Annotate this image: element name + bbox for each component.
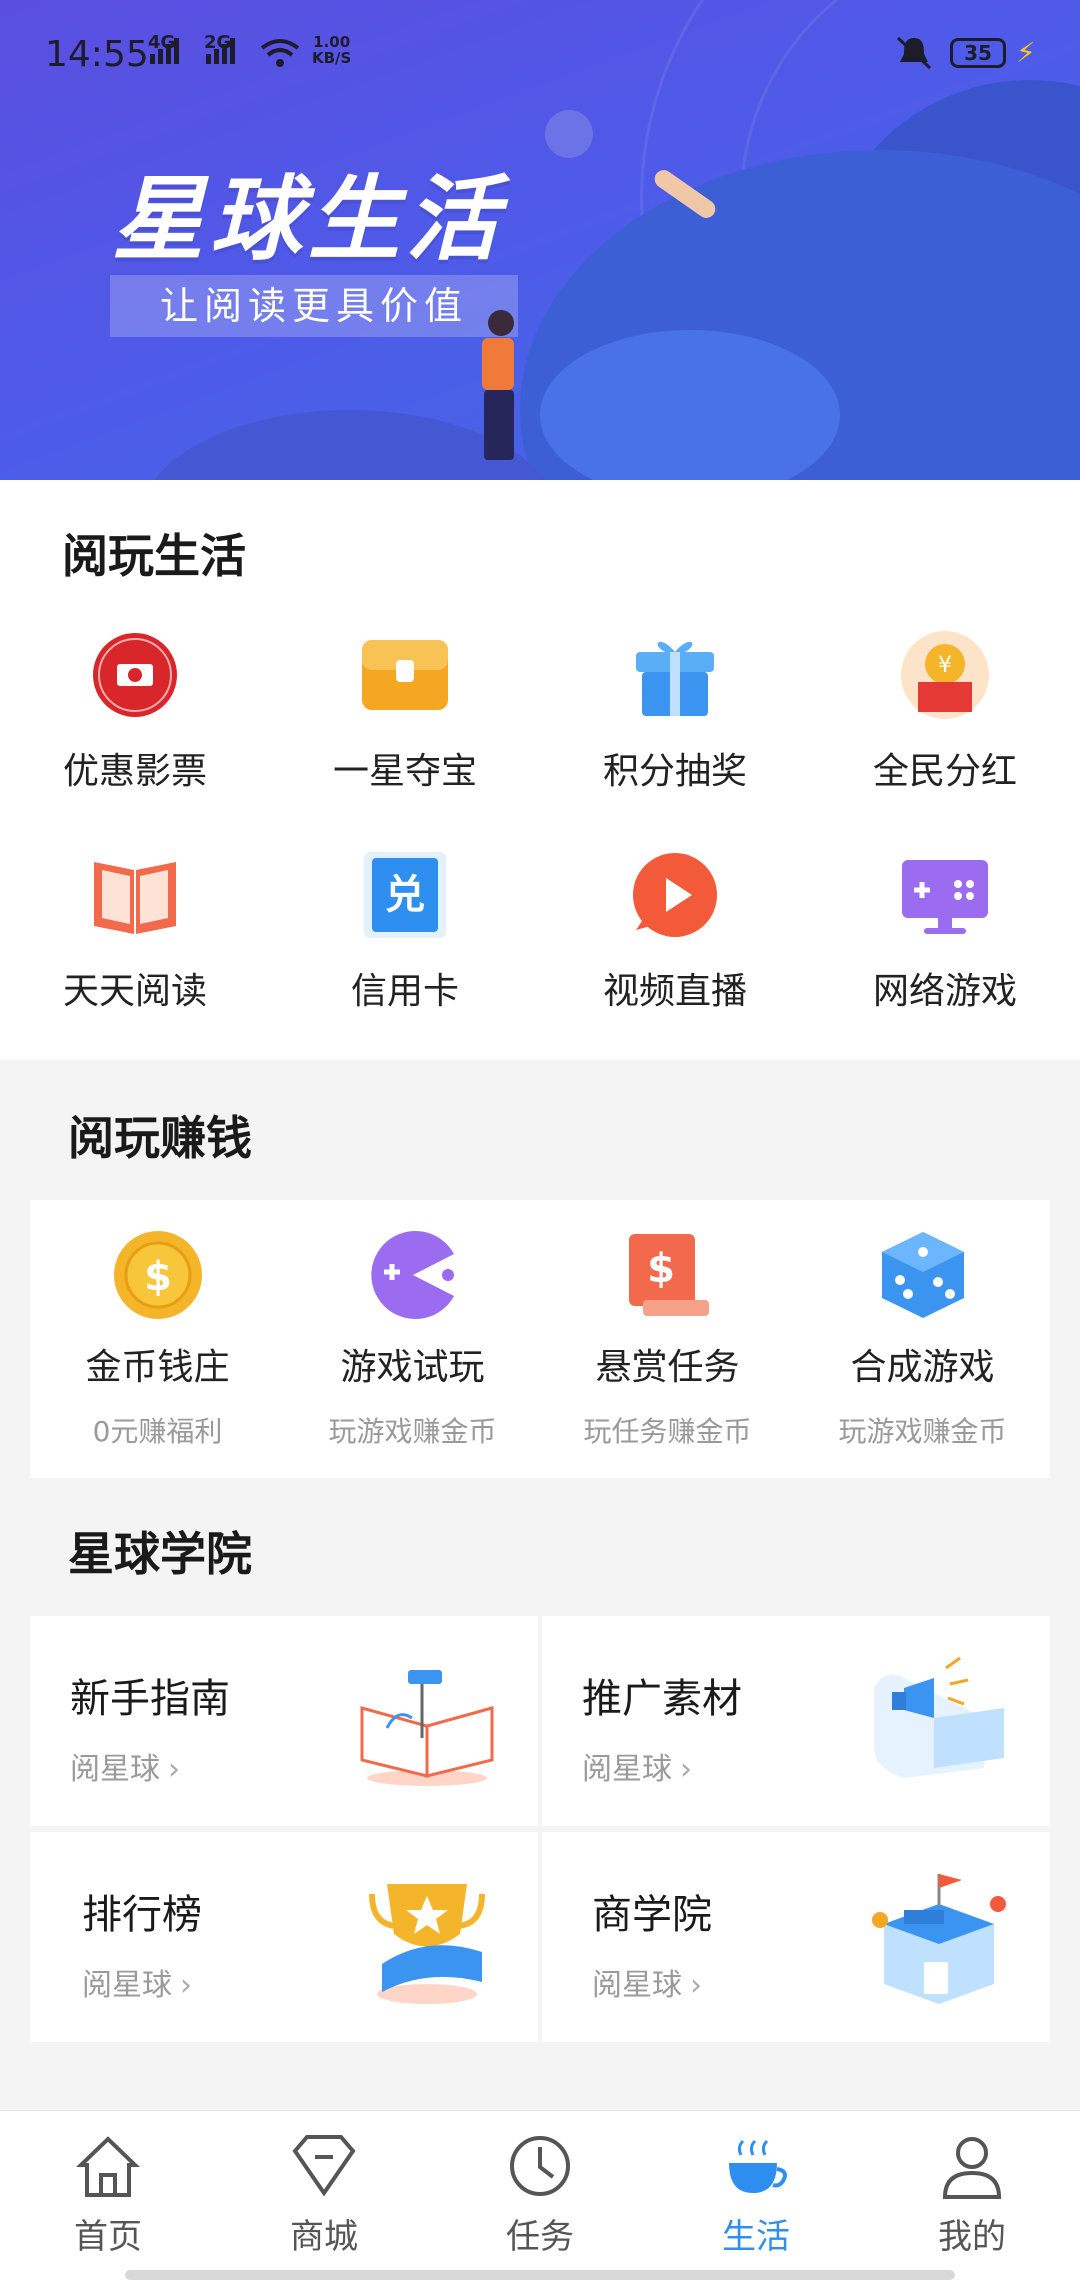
tab-home[interactable]: 首页 xyxy=(0,2131,216,2258)
svg-text:兑: 兑 xyxy=(385,872,425,918)
ticket-icon xyxy=(90,630,180,720)
card-promo-material[interactable]: 推广素材 阅星球 › xyxy=(542,1616,1050,1826)
item-coin-bank[interactable]: $ 金币钱庄 0元赚福利 xyxy=(30,1230,285,1450)
home-indicator[interactable] xyxy=(125,2270,955,2280)
earn-card: $ 金币钱庄 0元赚福利 游戏试玩 玩游戏赚金币 $ 悬赏任务 玩任务赚金币 合… xyxy=(30,1200,1050,1478)
pacman-icon xyxy=(368,1230,458,1320)
tab-mine[interactable]: 我的 xyxy=(864,2131,1080,2258)
network-speed: 1.00 KB/S xyxy=(312,33,352,67)
signal-icon-2 xyxy=(206,38,235,64)
play-icon xyxy=(630,850,720,940)
redeem-card-icon: 兑 xyxy=(360,850,450,940)
battery-indicator: 35 xyxy=(950,38,1006,68)
svg-text:¥: ¥ xyxy=(938,653,952,678)
reward-book-icon: $ xyxy=(623,1230,713,1320)
svg-text:$: $ xyxy=(144,1254,172,1300)
card-beginner-guide[interactable]: 新手指南 阅星球 › xyxy=(30,1616,538,1826)
dice-icon xyxy=(878,1230,968,1320)
earn-section-title: 阅玩赚钱 xyxy=(68,1111,252,1165)
status-bar: 14:55 4G 2G 1.00 KB/S 35 ⚡ xyxy=(0,0,1080,110)
planet-graphic xyxy=(545,110,593,158)
charging-icon: ⚡ xyxy=(1016,36,1036,69)
item-treasure[interactable]: 一星夺宝 xyxy=(270,630,540,794)
item-daily-reading[interactable]: 天天阅读 xyxy=(0,850,270,1014)
signal-icon xyxy=(150,38,179,64)
standing-person-graphic xyxy=(460,310,540,460)
wifi-icon xyxy=(260,39,300,67)
item-dividend[interactable]: ¥ 全民分红 xyxy=(810,630,1080,794)
tab-mall[interactable]: 商城 xyxy=(216,2131,432,2258)
tab-life[interactable]: 生活 xyxy=(648,2131,864,2258)
item-lottery[interactable]: 积分抽奖 xyxy=(540,630,810,794)
item-game-trial[interactable]: 游戏试玩 玩游戏赚金币 xyxy=(285,1230,540,1450)
chevron-right-icon: › xyxy=(180,1968,192,2003)
banner-subtitle: 让阅读更具价值 xyxy=(110,275,518,337)
person-icon xyxy=(942,2137,1002,2199)
item-online-game[interactable]: 网络游戏 xyxy=(810,850,1080,1014)
item-movie-ticket[interactable]: 优惠影票 xyxy=(0,630,270,794)
svg-text:$: $ xyxy=(647,1246,675,1292)
chevron-right-icon: › xyxy=(690,1968,702,2003)
item-merge-game[interactable]: 合成游戏 玩游戏赚金币 xyxy=(795,1230,1050,1450)
trophy-icon xyxy=(369,1884,485,2004)
coin-icon: $ xyxy=(113,1230,203,1320)
clock-icon xyxy=(510,2136,570,2196)
item-credit-card[interactable]: 兑 信用卡 xyxy=(270,850,540,1014)
treasure-chest-icon xyxy=(360,630,450,720)
diamond-icon xyxy=(292,2135,356,2197)
game-screen-icon xyxy=(900,850,990,940)
red-envelope-icon: ¥ xyxy=(900,630,990,720)
card-business-school[interactable]: 商学院 阅星球 › xyxy=(542,1832,1050,2042)
gift-icon xyxy=(630,630,720,720)
item-reward-task[interactable]: $ 悬赏任务 玩任务赚金币 xyxy=(540,1230,795,1450)
bottom-tab-bar: 首页 商城 任务 生活 我的 xyxy=(0,2110,1080,2280)
chevron-right-icon: › xyxy=(168,1752,180,1787)
academy-section-title: 星球学院 xyxy=(68,1527,252,1581)
banner-title: 星球生活 xyxy=(112,166,505,273)
life-section: 阅玩生活 优惠影票 一星夺宝 积分抽奖 ¥ 全民分红 天天阅读 兑 信用卡 视频… xyxy=(0,480,1080,1060)
chevron-right-icon: › xyxy=(680,1752,692,1787)
home-icon xyxy=(76,2136,140,2197)
open-book-icon xyxy=(90,850,180,940)
item-live-video[interactable]: 视频直播 xyxy=(540,850,810,1014)
coffee-cup-icon xyxy=(729,2139,787,2193)
life-section-title: 阅玩生活 xyxy=(62,529,246,583)
card-leaderboard[interactable]: 排行榜 阅星球 › xyxy=(30,1832,538,2042)
school-building-icon xyxy=(872,1874,1006,2004)
status-time: 14:55 xyxy=(45,34,149,75)
tab-tasks[interactable]: 任务 xyxy=(432,2131,648,2258)
megaphone-icon xyxy=(874,1656,1004,1778)
mute-bell-icon xyxy=(896,36,932,70)
guide-book-icon xyxy=(360,1670,494,1786)
